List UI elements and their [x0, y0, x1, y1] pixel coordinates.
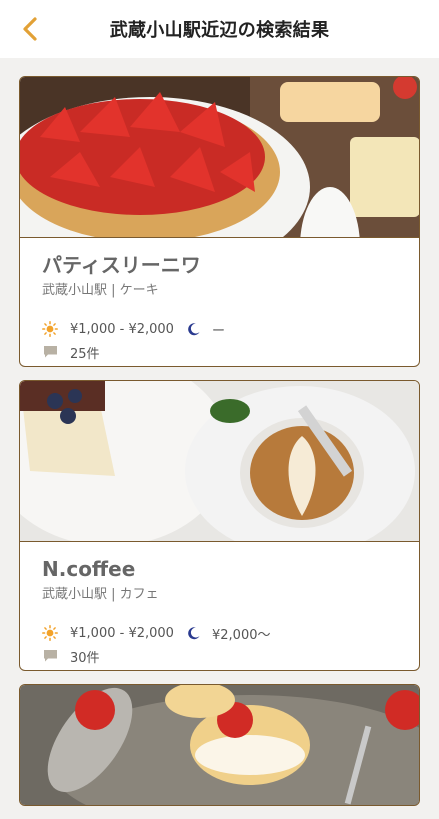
comment-icon [42, 344, 58, 360]
comment-icon [42, 648, 58, 664]
shop-photo [20, 685, 419, 805]
back-button[interactable] [16, 14, 44, 44]
reviews-row: 30件 [42, 646, 397, 666]
shop-photo [20, 381, 419, 542]
shop-photo [20, 77, 419, 238]
dinner-price: ー [212, 323, 226, 339]
app-header: 武蔵小山駅近辺の検索結果 [0, 0, 439, 58]
price-row: ¥1,000 - ¥2,000 ー [42, 319, 397, 339]
page-title: 武蔵小山駅近辺の検索結果 [109, 20, 330, 41]
result-card[interactable]: N.coffee 武蔵小山駅 | カフェ ¥1,000 - ¥2,000 ¥2,… [19, 380, 420, 671]
dinner-price: ¥2,000〜 [212, 627, 271, 643]
results-list: パティスリーニワ 武蔵小山駅 | ケーキ ¥1,000 - ¥2,000 ー 2… [19, 76, 420, 819]
shop-name: パティスリーニワ [42, 253, 201, 277]
result-card[interactable]: パティスリーニワ 武蔵小山駅 | ケーキ ¥1,000 - ¥2,000 ー 2… [19, 76, 420, 367]
lunch-price: ¥1,000 - ¥2,000 [70, 625, 174, 641]
result-card[interactable] [19, 684, 420, 806]
moon-icon [186, 625, 202, 641]
sun-icon [42, 321, 58, 337]
review-count: 30件 [70, 650, 100, 666]
shop-station-category: 武蔵小山駅 | ケーキ [42, 283, 159, 298]
chevron-left-icon [23, 17, 37, 41]
sun-icon [42, 625, 58, 641]
lunch-price: ¥1,000 - ¥2,000 [70, 321, 174, 337]
price-row: ¥1,000 - ¥2,000 ¥2,000〜 [42, 623, 397, 643]
moon-icon [186, 321, 202, 337]
shop-name: N.coffee [42, 557, 136, 581]
shop-station-category: 武蔵小山駅 | カフェ [42, 587, 159, 602]
review-count: 25件 [70, 346, 100, 362]
reviews-row: 25件 [42, 342, 397, 362]
